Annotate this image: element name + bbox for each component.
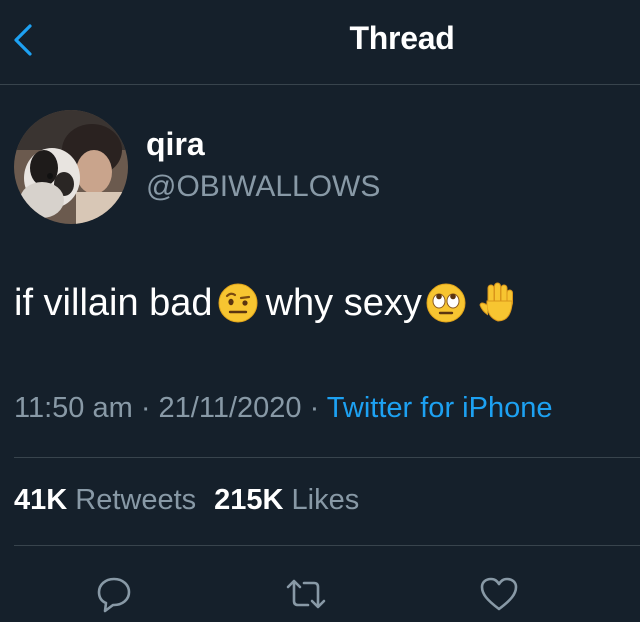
face-with-rolling-eyes-icon xyxy=(424,281,468,325)
tweet-date: 21/11/2020 xyxy=(158,392,302,424)
reply-icon xyxy=(97,577,131,613)
page-title: Thread xyxy=(349,20,455,56)
retweets-count: 41K xyxy=(14,484,68,516)
retweet-button[interactable] xyxy=(284,572,328,616)
tweet-source-link[interactable]: Twitter for iPhone xyxy=(327,392,553,424)
reply-button[interactable] xyxy=(92,572,136,616)
face-with-raised-eyebrow-icon xyxy=(216,281,260,325)
raised-hand-icon xyxy=(476,281,520,325)
like-button[interactable] xyxy=(477,572,521,616)
tweet-text-part2: why sexy xyxy=(265,282,422,324)
retweet-icon xyxy=(286,579,326,609)
meta-divider xyxy=(14,457,640,458)
heart-icon xyxy=(480,577,518,611)
tweet-time: 11:50 am xyxy=(14,392,133,424)
retweets-stat[interactable]: 41K Retweets xyxy=(14,484,196,516)
author-display-name[interactable]: qira xyxy=(146,126,205,163)
likes-label: Likes xyxy=(291,484,360,516)
stats-divider xyxy=(14,545,640,546)
tweet-stats: 41K Retweets 215K Likes xyxy=(14,484,359,517)
tweet-meta: 11:50 am · 21/11/2020 · Twitter for iPho… xyxy=(14,392,552,425)
likes-stat[interactable]: 215K Likes xyxy=(214,484,359,516)
header-divider xyxy=(0,84,640,85)
meta-separator: · xyxy=(301,392,327,424)
avatar[interactable] xyxy=(14,110,128,224)
tweet-text-part1: if villain bad xyxy=(14,282,213,324)
author-handle[interactable]: @OBIWALLOWS xyxy=(146,170,380,204)
header-bar: Thread xyxy=(0,0,640,84)
retweets-label: Retweets xyxy=(75,484,197,516)
avatar-photo xyxy=(14,110,128,224)
tweet-text: if villain bad why sexy xyxy=(14,280,520,326)
meta-separator: · xyxy=(132,392,159,424)
likes-count: 215K xyxy=(214,484,284,516)
tweet-thread-screen: Thread qira @OBIWALLOWS if villain bad w… xyxy=(0,0,640,622)
